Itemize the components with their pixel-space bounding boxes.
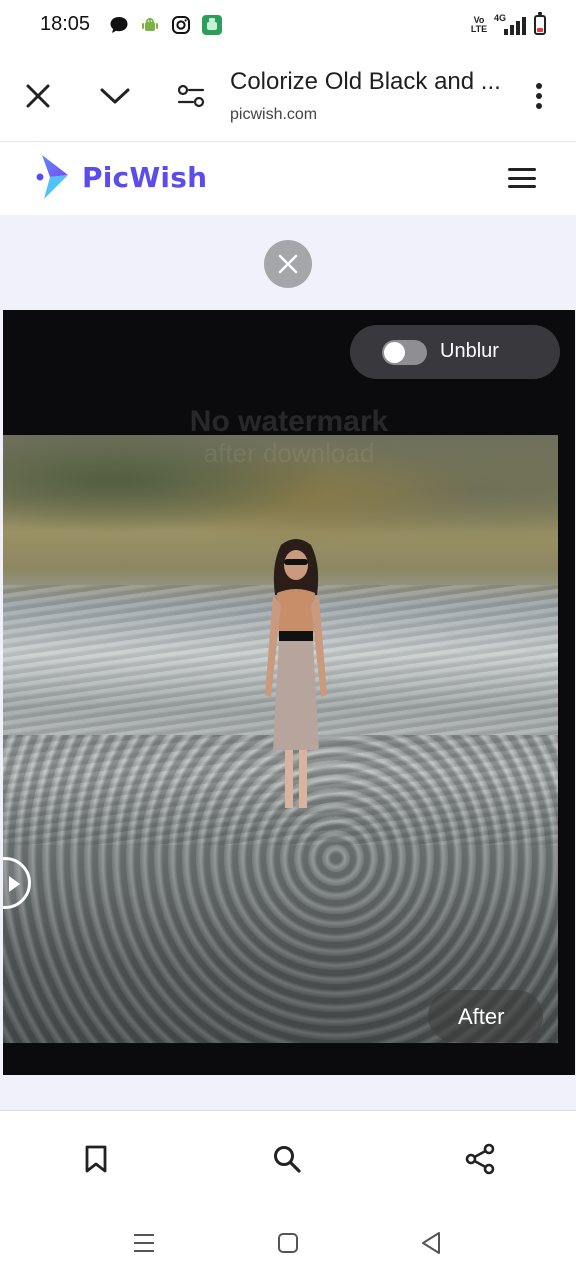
minimize-button[interactable] xyxy=(93,74,137,118)
woman-figure xyxy=(265,539,327,808)
unblur-switch[interactable] xyxy=(382,340,427,365)
app-notification-icon xyxy=(201,14,223,36)
back-button[interactable] xyxy=(409,1221,453,1265)
bookmark-button[interactable] xyxy=(74,1137,118,1181)
more-vert-icon xyxy=(536,83,542,109)
status-time: 18:05 xyxy=(40,13,91,35)
close-tab-button[interactable] xyxy=(16,74,60,118)
close-viewer-button[interactable] xyxy=(264,240,312,288)
status-bar: 18:05 Vo LTE 4G xyxy=(0,0,576,52)
play-triangle-icon xyxy=(9,876,20,892)
signal-strength-icon: 4G xyxy=(494,13,528,36)
close-icon xyxy=(26,84,50,108)
browser-bottom-bar xyxy=(0,1110,576,1205)
status-right: Vo LTE 4G xyxy=(470,12,546,36)
instagram-icon xyxy=(170,14,192,36)
close-icon xyxy=(278,254,298,274)
recents-icon xyxy=(134,1234,154,1252)
unblur-toggle-pill[interactable]: Unblur xyxy=(350,325,560,379)
hamburger-menu-icon[interactable] xyxy=(508,165,536,191)
site-settings-icon xyxy=(177,84,205,108)
volte-indicator: Vo LTE xyxy=(470,15,488,34)
browser-toolbar: Colorize Old Black and ... picwish.com xyxy=(0,52,576,142)
home-icon xyxy=(278,1233,298,1253)
page-title[interactable]: Colorize Old Black and ... xyxy=(230,68,515,96)
search-icon xyxy=(274,1146,301,1173)
recents-button[interactable] xyxy=(122,1221,166,1265)
battery-icon xyxy=(534,12,546,35)
chevron-down-icon xyxy=(100,88,130,104)
after-label: After xyxy=(458,1004,505,1029)
android-debug-icon xyxy=(139,14,161,36)
back-icon xyxy=(422,1232,440,1254)
image-comparison-viewer[interactable]: No watermark after download Unblur After xyxy=(3,310,575,1075)
share-button[interactable] xyxy=(458,1137,502,1181)
watermark-text: No watermark xyxy=(189,405,389,438)
site-header: PicWish xyxy=(0,143,576,215)
message-bubble-icon xyxy=(108,14,130,36)
more-options-button[interactable] xyxy=(517,74,561,118)
brand-name[interactable]: PicWish xyxy=(82,161,207,194)
colorized-photo xyxy=(3,435,558,1043)
page-url[interactable]: picwish.com xyxy=(230,106,317,124)
picwish-logo-icon[interactable] xyxy=(36,153,72,201)
notification-icons xyxy=(108,14,223,36)
system-nav-bar xyxy=(0,1205,576,1280)
unblur-label: Unblur xyxy=(440,340,499,362)
page-content: No watermark after download Unblur After xyxy=(0,215,576,1110)
search-button[interactable] xyxy=(265,1137,309,1181)
site-settings-button[interactable] xyxy=(169,74,213,118)
share-icon xyxy=(465,1143,495,1175)
watermark-subtext: after download xyxy=(203,438,375,468)
bookmark-icon xyxy=(85,1145,107,1173)
home-button[interactable] xyxy=(266,1221,310,1265)
